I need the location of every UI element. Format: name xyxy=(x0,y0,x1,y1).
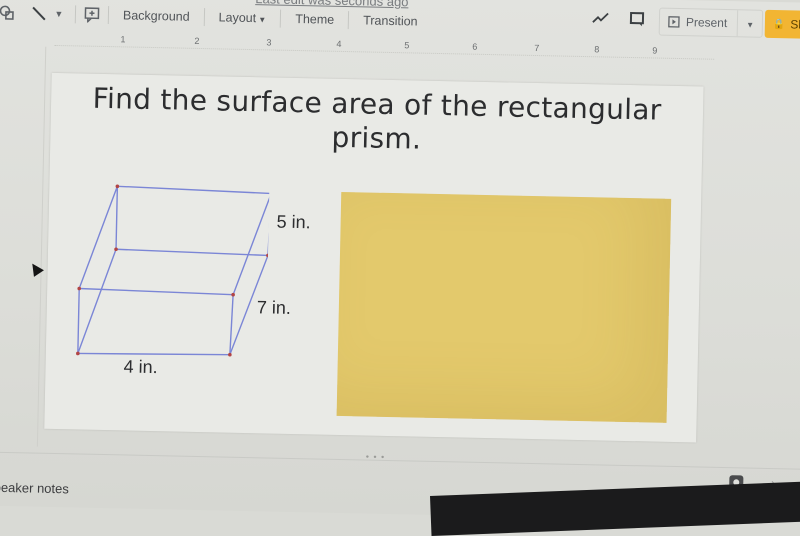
lock-icon: 🔒 xyxy=(773,18,786,29)
theme-button[interactable]: Theme xyxy=(287,10,342,29)
prism-edge xyxy=(233,193,269,296)
comments-icon[interactable] xyxy=(627,9,647,29)
present-icon xyxy=(668,16,680,28)
prism-vertex xyxy=(76,352,80,356)
slides-app: Last edit was seconds ago ▼ Background L… xyxy=(0,0,800,523)
background-button[interactable]: Background xyxy=(115,6,198,26)
width-label[interactable]: 4 in. xyxy=(123,356,157,378)
ruler-tick: 6 xyxy=(472,42,477,52)
chevron-down-icon: ▼ xyxy=(746,20,754,29)
chevron-down-icon: ▼ xyxy=(256,15,266,24)
layout-label: Layout xyxy=(218,10,256,25)
share-label: Share xyxy=(790,17,800,32)
layout-button[interactable]: Layout ▼ xyxy=(210,8,274,27)
prism-vertex xyxy=(228,353,232,357)
prism-vertex xyxy=(77,287,81,291)
prism-vertices xyxy=(76,184,270,360)
height-label[interactable]: 5 in. xyxy=(276,212,310,234)
prism-edge xyxy=(117,186,269,193)
prism-edges xyxy=(78,186,270,358)
depth-label[interactable]: 7 in. xyxy=(257,297,291,319)
transition-button[interactable]: Transition xyxy=(355,11,426,30)
prism-vertex xyxy=(114,247,118,251)
prism-vertex xyxy=(231,293,235,297)
ruler-tick: 1 xyxy=(120,34,125,44)
ruler-tick: 7 xyxy=(534,43,539,53)
toolbar-divider xyxy=(203,8,204,26)
ruler-tick: 2 xyxy=(194,36,199,46)
prism-edge xyxy=(116,186,117,249)
answer-box[interactable] xyxy=(337,192,672,423)
ruler-tick: 5 xyxy=(404,40,409,50)
line-icon[interactable] xyxy=(29,3,49,23)
prism-edge xyxy=(78,351,230,356)
toolbar-divider xyxy=(75,5,76,23)
ruler-tick: 9 xyxy=(652,45,657,55)
notes-divider[interactable] xyxy=(0,452,800,470)
prism-vertex xyxy=(116,184,120,188)
prism-edge xyxy=(78,249,116,355)
slide-title[interactable]: Find the surface area of the rectangular… xyxy=(50,81,703,163)
present-dropdown[interactable]: ▼ xyxy=(738,16,762,30)
prism-vertex xyxy=(266,254,269,258)
toolbar-divider xyxy=(348,11,349,29)
present-button-group: Present ▼ xyxy=(659,8,764,38)
prism-edge xyxy=(79,186,117,290)
chevron-down-icon[interactable]: ▼ xyxy=(49,4,69,24)
shape-icon[interactable] xyxy=(0,3,17,23)
speaker-notes-label[interactable]: Speaker notes xyxy=(0,480,69,497)
notes-resize-handle[interactable]: • • • xyxy=(366,452,386,462)
activity-trend-icon[interactable] xyxy=(591,8,611,28)
prism-edge xyxy=(78,288,79,353)
ruler-tick: 3 xyxy=(266,37,271,47)
ruler-tick: 8 xyxy=(594,44,599,54)
slide-canvas[interactable]: Find the surface area of the rectangular… xyxy=(44,73,703,443)
toolbar-divider xyxy=(280,10,281,28)
prism-edge xyxy=(116,249,268,255)
add-comment-icon[interactable] xyxy=(82,4,102,24)
ruler-tick: 4 xyxy=(336,39,341,49)
toolbar-divider xyxy=(108,6,109,24)
share-button[interactable]: 🔒 Share xyxy=(765,10,800,40)
rectangular-prism-diagram[interactable] xyxy=(66,173,270,367)
present-button[interactable]: Present xyxy=(660,9,739,37)
prism-edge xyxy=(79,288,233,294)
present-label: Present xyxy=(686,15,728,30)
